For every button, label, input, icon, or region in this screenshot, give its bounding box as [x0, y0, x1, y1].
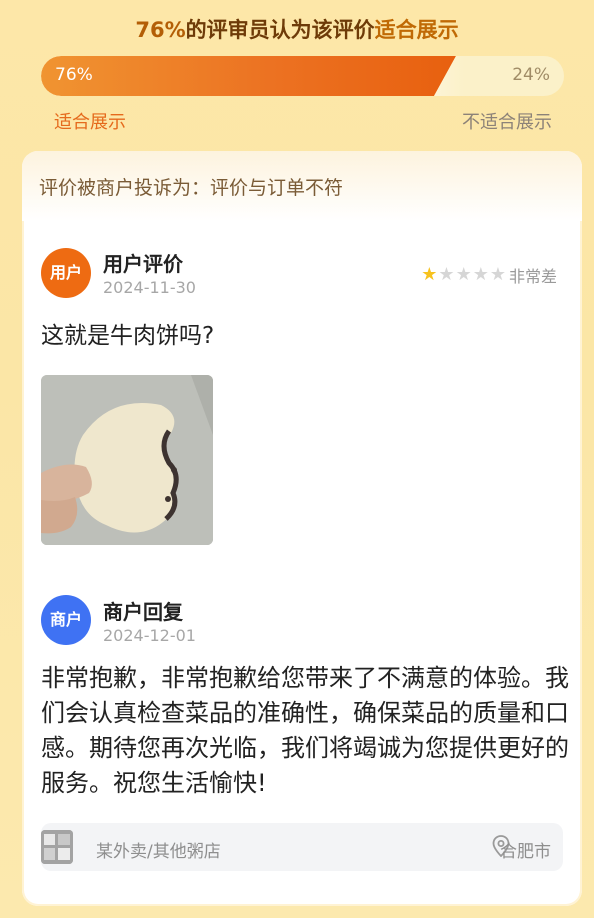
star-empty-icon: ★	[489, 264, 506, 285]
merchant-reply-text: 非常抱歉，非常抱歉给您带来了不满意的体验。我们会认真检查菜品的准确性，确保菜品的…	[41, 664, 569, 797]
complaint-banner: 评价被商户投诉为：评价与订单不符	[22, 151, 582, 221]
unsuitable-percent-label: 24%	[512, 65, 550, 85]
suitable-caption: 适合展示	[54, 112, 126, 133]
suitable-percent-label: 76%	[55, 65, 93, 85]
review-photo[interactable]	[41, 375, 213, 545]
verdict-headline: 76%的评审员认为该评价适合展示	[0, 14, 594, 44]
location-name: 合肥市	[500, 842, 551, 862]
user-review-text: 这就是牛肉饼吗?	[41, 323, 215, 349]
verdict-percent: 76%	[135, 18, 186, 42]
shop-name: 某外卖/其他粥店	[96, 842, 221, 862]
verdict-highlight: 适合展示	[374, 18, 459, 42]
user-avatar: 用户	[41, 248, 91, 298]
shop-thumbnail-icon	[41, 830, 73, 864]
merchant-avatar: 商户	[41, 595, 91, 645]
star-empty-icon: ★	[455, 264, 472, 285]
verdict-text: 的评审员认为该评价	[185, 18, 375, 42]
vote-bar: 76% 24%	[41, 56, 564, 96]
rating-label: 非常差	[508, 267, 557, 286]
user-review-date: 2024-11-30	[103, 278, 196, 297]
star-empty-icon: ★	[472, 264, 489, 285]
review-card: 评价被商户投诉为：评价与订单不符 用户 用户评价 2024-11-30 ★ ★ ★ ★…	[22, 151, 582, 906]
unsuitable-caption: 不适合展示	[462, 112, 552, 133]
user-review-title: 用户评价	[103, 252, 183, 276]
vote-bar-fill-suitable	[41, 56, 456, 96]
shop-info-bar[interactable]: 某外卖/其他粥店 合肥市	[41, 823, 563, 871]
star-rating: ★ ★ ★ ★ ★ 非常差	[421, 263, 557, 287]
merchant-reply-date: 2024-12-01	[103, 626, 196, 645]
star-filled-icon: ★	[421, 264, 438, 285]
review-photo-image	[41, 375, 213, 545]
merchant-reply-title: 商户回复	[103, 600, 183, 624]
star-empty-icon: ★	[438, 264, 455, 285]
